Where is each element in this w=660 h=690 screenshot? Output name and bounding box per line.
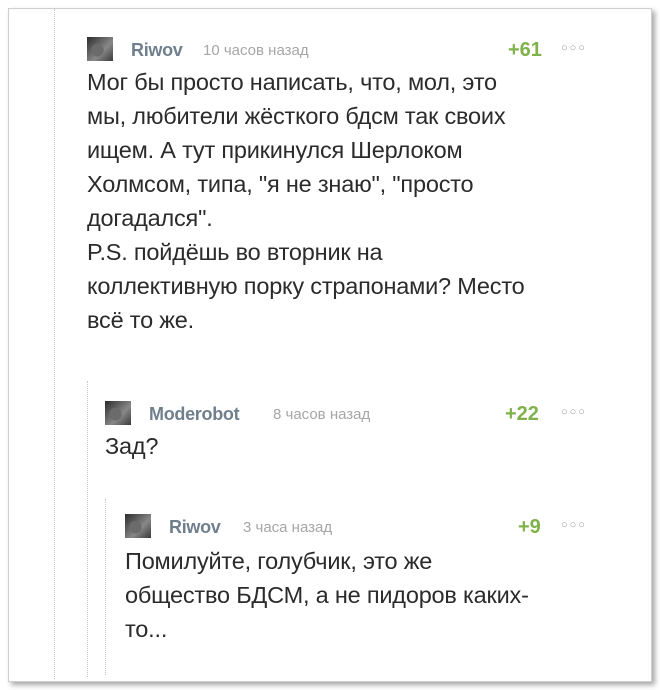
author-name[interactable]: Moderobot — [149, 404, 240, 425]
comment-time[interactable]: 3 часа назад — [243, 519, 332, 536]
comment: Riwov 10 часов назад +61 ○○○ Мог бы прос… — [87, 37, 617, 337]
comment-time[interactable]: 10 часов назад — [203, 42, 309, 59]
author-name[interactable]: Riwov — [131, 40, 183, 61]
more-dots-icon[interactable]: ○○○ — [561, 519, 587, 531]
more-dots-icon[interactable]: ○○○ — [561, 406, 587, 418]
avatar[interactable] — [105, 401, 131, 425]
comment: Moderobot 8 часов назад +22 ○○○ Зад? — [105, 401, 617, 463]
comment-rating: +61 — [508, 39, 542, 61]
comment-rating: +9 — [518, 516, 541, 538]
comment-header: Moderobot 8 часов назад +22 ○○○ — [105, 401, 617, 427]
comment-thread-panel: Riwov 10 часов назад +61 ○○○ Мог бы прос… — [8, 8, 652, 682]
comment-text: Помилуйте, голубчик, это же общество БДС… — [125, 548, 529, 642]
avatar[interactable] — [125, 514, 151, 538]
comment-time[interactable]: 8 часов назад — [273, 406, 370, 423]
avatar[interactable] — [87, 37, 113, 61]
comment: Riwov 3 часа назад +9 ○○○ Помилуйте, гол… — [125, 514, 619, 646]
thread-line-level-2 — [87, 381, 88, 677]
more-dots-icon[interactable]: ○○○ — [561, 42, 587, 54]
comment-header: Riwov 10 часов назад +61 ○○○ — [87, 37, 617, 63]
comment-text: Мог бы просто написать, что, мол, это мы… — [87, 69, 525, 333]
thread-line-level-1 — [54, 9, 55, 679]
comment-header: Riwov 3 часа назад +9 ○○○ — [125, 514, 619, 540]
thread-line-level-3 — [105, 499, 106, 675]
comment-rating: +22 — [505, 403, 539, 425]
author-name[interactable]: Riwov — [169, 517, 221, 538]
comment-text: Зад? — [105, 433, 159, 459]
